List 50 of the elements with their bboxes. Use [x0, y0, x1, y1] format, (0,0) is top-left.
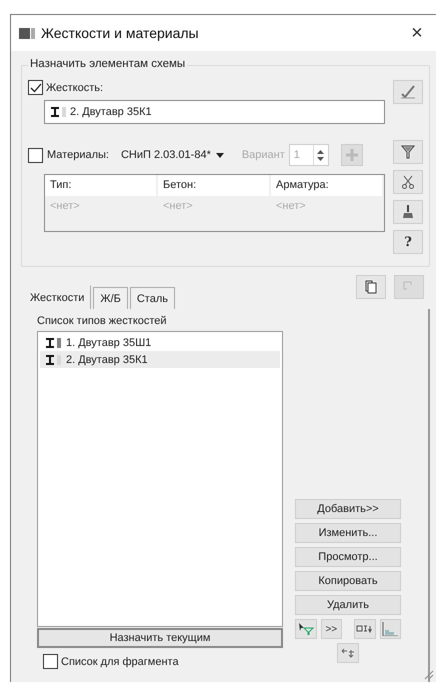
i-beam-icon [46, 338, 54, 348]
list-item[interactable]: 1. Двутавр 35Ш1 [40, 334, 280, 351]
table-cell-text: <нет> [275, 199, 307, 214]
checkbox[interactable] [28, 80, 43, 95]
chart-icon[interactable] [380, 619, 402, 639]
checkbox[interactable] [28, 148, 43, 162]
stiffness-field[interactable]: 2. Двутавр 35К1 [44, 100, 385, 124]
action-button[interactable]: Просмотр... [295, 547, 401, 567]
brush-icon[interactable] [393, 200, 423, 224]
down-arrow-icon[interactable] [317, 156, 324, 160]
apply-icon[interactable] [393, 80, 423, 104]
list-title: Список типов жесткостей [37, 315, 168, 327]
up-arrow-icon[interactable] [317, 150, 324, 154]
caret-icon [216, 152, 224, 158]
window-icon [19, 28, 35, 38]
action-button[interactable]: Удалить [295, 595, 401, 615]
table-cell-text: <нет> [162, 199, 194, 214]
assign-current-button[interactable]: Назначить текущим [37, 628, 283, 648]
variant-value: 1 [292, 149, 301, 161]
copy-icon[interactable] [356, 275, 386, 299]
swap-icon[interactable] [337, 643, 359, 663]
action-button[interactable]: Копировать [295, 571, 401, 591]
tab[interactable]: Ж/Б [93, 287, 128, 309]
window-title: Жесткости и материалы [41, 25, 200, 41]
help-button[interactable]: ? [393, 230, 423, 254]
action-button[interactable]: Изменить... [295, 523, 401, 543]
resize-grip[interactable] [424, 670, 434, 680]
checkbox-label: Список для фрагмента [61, 656, 179, 668]
tab[interactable]: Сталь [130, 287, 175, 309]
column-header: Тип: [45, 175, 158, 196]
action-button[interactable]: Добавить>> [295, 499, 401, 519]
variant-label: Вариант [242, 149, 285, 161]
list-item[interactable]: 2. Двутавр 35К1 [40, 351, 280, 368]
i-beam-icon [51, 107, 59, 117]
norm-dropdown[interactable]: СНиП 2.03.01-84* [120, 149, 224, 161]
table-cell-text: <нет> [49, 199, 81, 214]
stiffness-value: 2. Двутавр 35К1 [70, 106, 152, 118]
group-title: Назначить элементам схемы [28, 58, 188, 70]
checkbox-label: Жесткость: [46, 82, 104, 94]
close-button[interactable]: × [400, 15, 434, 51]
pointer-filter-icon[interactable] [295, 619, 317, 639]
checkbox[interactable] [43, 654, 58, 669]
column-header: Арматура: [271, 175, 384, 196]
checkbox-label: Материалы: [47, 149, 109, 161]
section-icon[interactable] [354, 619, 376, 639]
i-beam-icon [46, 354, 54, 364]
forward-button[interactable]: >> [320, 619, 342, 639]
scissors-icon[interactable] [393, 170, 423, 194]
column-header: Бетон: [158, 175, 271, 196]
filter-icon[interactable] [393, 140, 423, 164]
